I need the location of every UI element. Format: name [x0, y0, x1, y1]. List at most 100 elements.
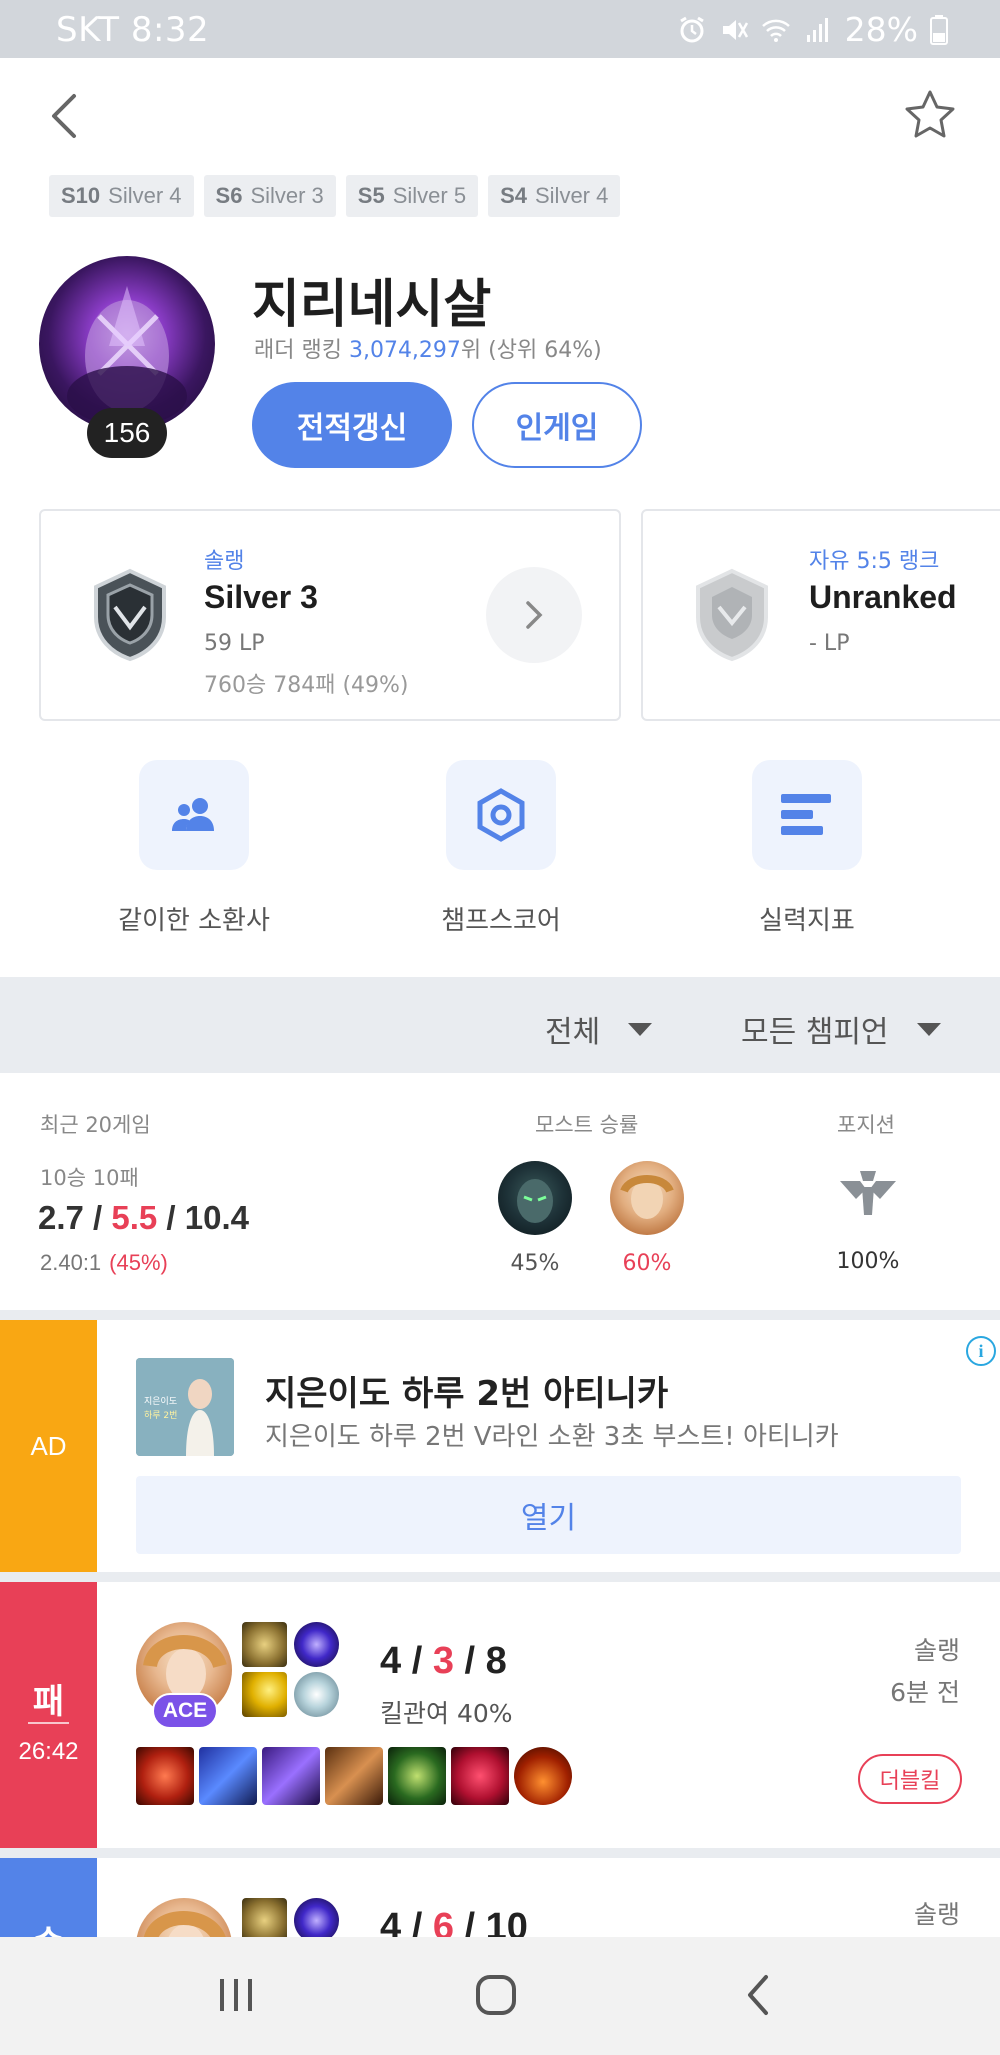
- bars-icon: [781, 794, 831, 835]
- rank-queue-label: 자유 5:5 랭크: [809, 549, 940, 574]
- season-chip: S10 Silver 4: [49, 175, 194, 217]
- ad-thumb-text: 하루 2번: [144, 1410, 177, 1421]
- mode-filter[interactable]: 전체: [545, 1007, 653, 1051]
- system-nav-bar: [0, 1937, 1000, 2055]
- item-icon: [451, 1747, 509, 1805]
- recent-apps-icon: [220, 1979, 252, 2011]
- spell-ignite-icon: [242, 1898, 287, 1937]
- champion-filter-label: 모든 챔피언: [741, 1015, 889, 1050]
- ad-open-button[interactable]: 열기: [136, 1476, 961, 1554]
- champion-portrait: [136, 1898, 232, 1937]
- trinket-icon: [514, 1747, 572, 1805]
- tool-skill-index[interactable]: [752, 760, 862, 870]
- match-card[interactable]: 승 4 / 6 / 10 솔랭: [0, 1858, 1000, 1937]
- spell-ignite-icon: [242, 1622, 287, 1667]
- rank-tier: Unranked: [809, 579, 957, 615]
- status-carrier-time: SKT 8:32: [56, 10, 210, 50]
- rune-keystone-icon: [294, 1898, 339, 1937]
- back-button[interactable]: [44, 90, 88, 142]
- kda-ratio: 2.40:1 (45%): [40, 1250, 168, 1275]
- divider: [0, 1310, 1000, 1320]
- mute-icon: [722, 19, 748, 40]
- star-icon: [905, 90, 955, 138]
- wifi-icon: [761, 19, 790, 42]
- average-kda: 2.7 / 5.5 / 10.4: [38, 1199, 250, 1236]
- status-bar: SKT 8:32 28%: [0, 0, 1000, 58]
- tool-label: 챔프스코어: [441, 906, 561, 936]
- favorite-button[interactable]: [902, 88, 958, 142]
- users-icon: [172, 798, 214, 831]
- match-time: 6분 전: [890, 1678, 960, 1707]
- ladder-rank: 래더 랭킹 3,074,297위 (상위 64%): [254, 338, 602, 363]
- ingame-button[interactable]: 인게임: [472, 382, 642, 468]
- signal-icon: [806, 17, 828, 42]
- summoner-level: 156: [87, 408, 167, 458]
- most-champion-portrait: [498, 1161, 572, 1235]
- match-result: 패: [32, 1682, 65, 1722]
- filter-bar: 전체 모든 챔피언: [0, 977, 1000, 1073]
- tool-champ-score[interactable]: [446, 760, 556, 870]
- item-icon: [325, 1747, 383, 1805]
- rank-tier: Silver 3: [204, 579, 318, 615]
- back-arrow-icon: [748, 1975, 768, 2015]
- home-icon: [476, 1975, 516, 2015]
- ad-banner[interactable]: AD 지은이도 하루 2번 지은이도 하루 2번 아티니카 지은이도 하루 2번…: [0, 1320, 1000, 1572]
- champion-winrate: 45%: [510, 1251, 560, 1276]
- system-back-button[interactable]: [717, 1965, 797, 2025]
- recent-games-label: 최근 20게임: [40, 1113, 151, 1137]
- divider: [0, 1848, 1000, 1858]
- match-queue: 솔랭: [913, 1636, 960, 1665]
- match-card[interactable]: 패 26:42 ACE 4 / 3 / 8 킬관여 40% 솔랭 6분 전 더블…: [0, 1582, 1000, 1848]
- double-kill-badge: 더블킬: [858, 1754, 962, 1804]
- home-button[interactable]: [456, 1965, 536, 2025]
- battery-percent: 28%: [844, 10, 918, 49]
- rank-lp: 59 LP: [204, 631, 265, 656]
- champion-filter[interactable]: 모든 챔피언: [741, 1007, 941, 1051]
- position-percent: 100%: [836, 1249, 900, 1274]
- spell-flash-icon: [242, 1672, 287, 1717]
- match-result-bar: 패 26:42: [0, 1582, 97, 1848]
- tool-played-with[interactable]: [139, 760, 249, 870]
- position-support-icon: [840, 1171, 896, 1215]
- rank-detail-button[interactable]: [486, 567, 582, 663]
- flex-rank-card[interactable]: 자유 5:5 랭크 Unranked - LP: [641, 509, 1000, 721]
- unranked-emblem-icon: [696, 568, 768, 662]
- recent-summary: 최근 20게임 모스트 승률 포지션 10승 10패 2.7 / 5.5 / 1…: [0, 1073, 1000, 1310]
- most-winrate-label: 모스트 승률: [535, 1113, 639, 1137]
- hexagon-icon: [477, 788, 525, 842]
- item-icon: [136, 1747, 194, 1805]
- mode-filter-label: 전체: [545, 1015, 601, 1050]
- result-separator: [28, 1722, 69, 1724]
- match-result-bar: 승: [0, 1858, 97, 1937]
- recent-apps-button[interactable]: [196, 1965, 276, 2025]
- season-chip: S6 Silver 3: [203, 175, 336, 217]
- match-kda: 4 / 6 / 10: [380, 1906, 528, 1937]
- item-icon: [199, 1747, 257, 1805]
- season-chip: S4 Silver 4: [488, 175, 621, 217]
- profile-icon: [39, 256, 215, 432]
- tool-label: 같이한 소환사: [118, 906, 270, 936]
- silver-emblem-icon: [94, 568, 166, 662]
- rank-lp: - LP: [809, 631, 850, 656]
- match-result: 승: [0, 1916, 97, 1937]
- win-loss-record: 10승 10패: [40, 1166, 139, 1190]
- tool-label: 실력지표: [759, 906, 855, 936]
- divider: [0, 1572, 1000, 1582]
- rune-keystone-icon: [294, 1622, 339, 1667]
- match-meta: 솔랭: [914, 1894, 960, 1936]
- season-history: S10 Silver 4 S6 Silver 3 S5 Silver 5 S4 Silv…: [49, 175, 621, 217]
- ad-thumb-text: 지은이도: [144, 1396, 177, 1407]
- ad-tag: AD: [0, 1320, 97, 1572]
- rank-queue-label: 솔랭: [204, 549, 245, 574]
- chevron-left-icon: [52, 94, 76, 138]
- champion-winrate: 60%: [622, 1251, 672, 1276]
- caret-down-icon: [916, 1022, 941, 1036]
- battery-icon: [930, 14, 948, 45]
- match-meta: 솔랭 6분 전: [890, 1630, 960, 1714]
- match-kda: 4 / 3 / 8: [380, 1640, 507, 1682]
- status-icons: 28%: [677, 10, 948, 49]
- refresh-button[interactable]: 전적갱신: [252, 382, 452, 468]
- ad-info-icon[interactable]: i: [966, 1336, 996, 1366]
- rune-secondary-icon: [294, 1672, 339, 1717]
- solo-rank-card[interactable]: 솔랭 Silver 3 59 LP 760승 784패 (49%): [39, 509, 621, 721]
